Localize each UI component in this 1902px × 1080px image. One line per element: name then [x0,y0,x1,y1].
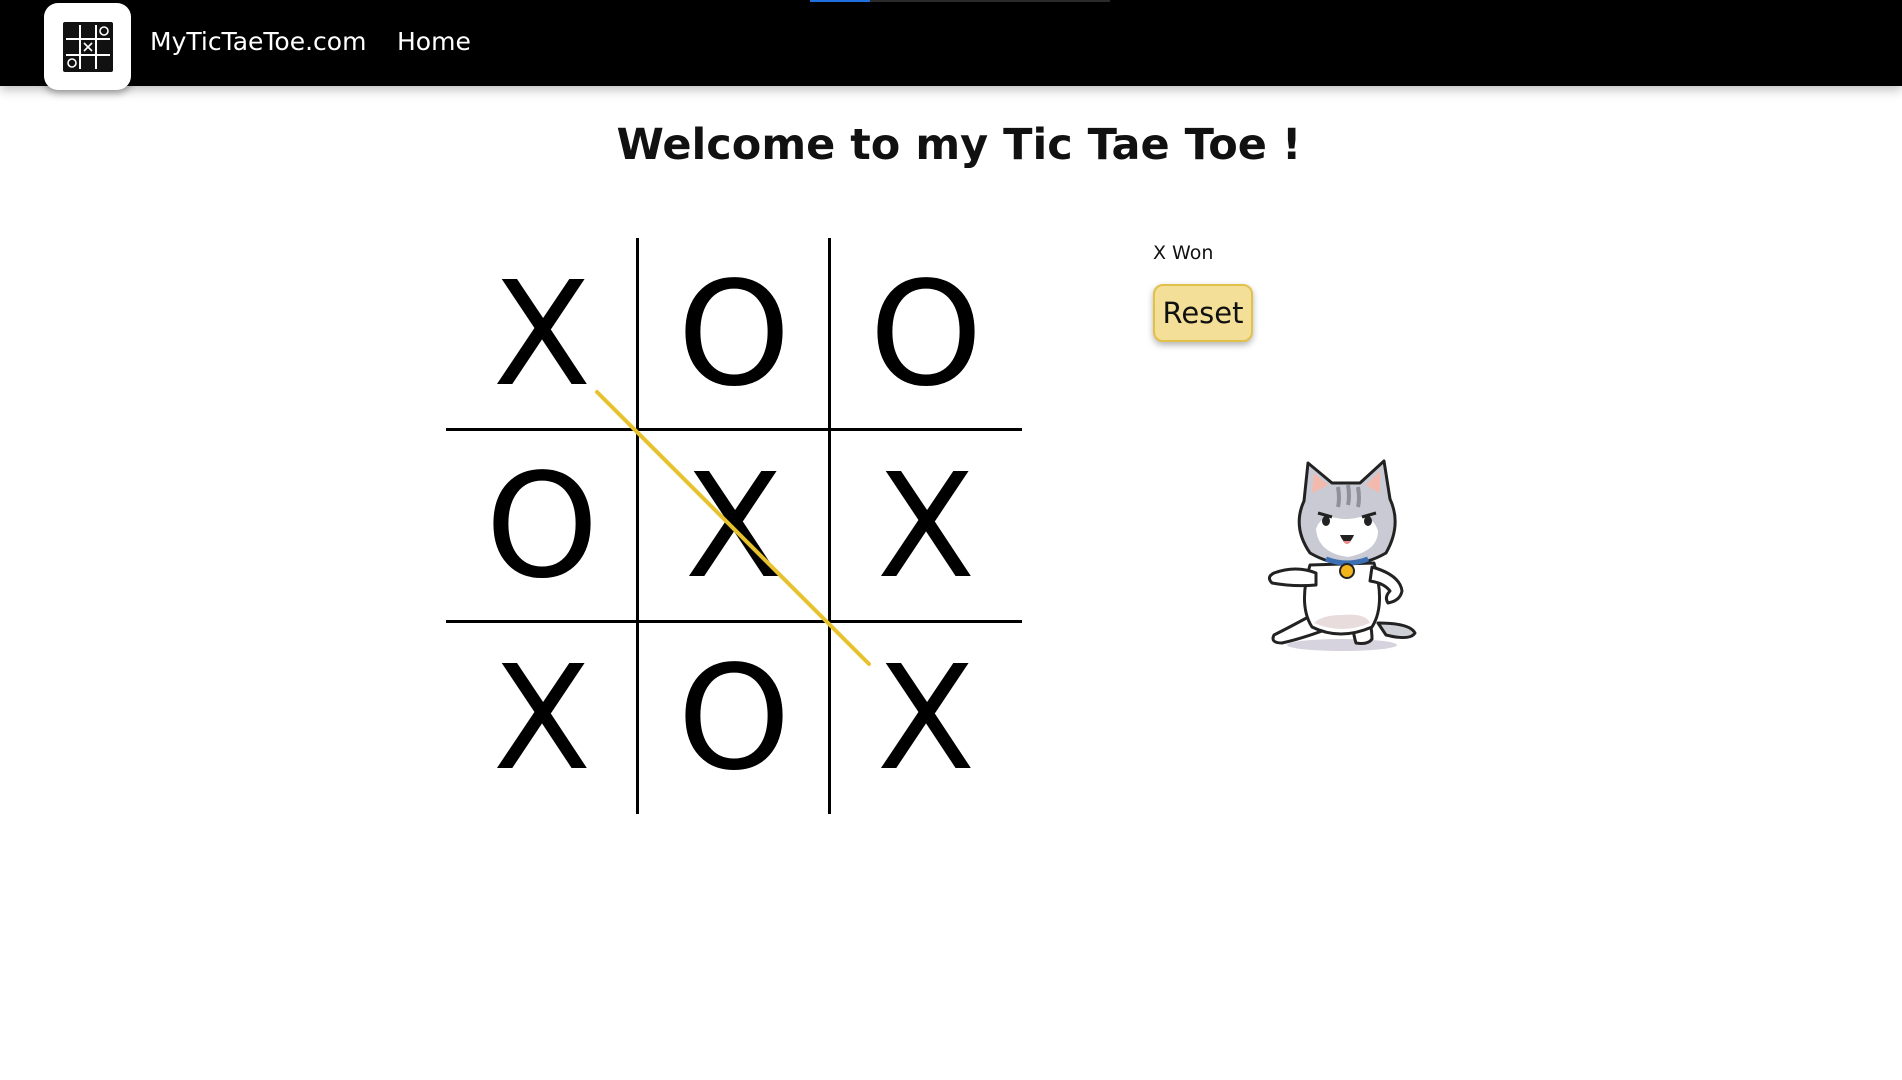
page-load-progress-fill [810,0,870,2]
nav-home-link[interactable]: Home [397,27,471,56]
reset-button[interactable]: Reset [1153,284,1253,342]
game-board: X O O O X X X O X [446,238,1022,814]
board-cell-6[interactable]: X [830,430,1022,622]
top-navbar: MyTicTaeToe.com Home [0,0,1902,90]
board-cell-5[interactable]: X [638,430,830,622]
board-cell-4[interactable]: O [446,430,638,622]
site-logo[interactable] [44,3,131,90]
board-cell-9[interactable]: X [830,622,1022,814]
cat-mascot-icon [1267,459,1417,651]
game-status: X Won [1153,242,1214,264]
page-load-progress-bar [810,0,1110,2]
page-title: Welcome to my Tic Tae Toe ! [616,120,1302,170]
board-cell-1[interactable]: X [446,238,638,430]
tic-tac-toe-icon [62,21,113,72]
site-name-link[interactable]: MyTicTaeToe.com [150,27,366,56]
board-cell-7[interactable]: X [446,622,638,814]
board-cell-8[interactable]: O [638,622,830,814]
board-cell-2[interactable]: O [638,238,830,430]
board-cell-3[interactable]: O [830,238,1022,430]
